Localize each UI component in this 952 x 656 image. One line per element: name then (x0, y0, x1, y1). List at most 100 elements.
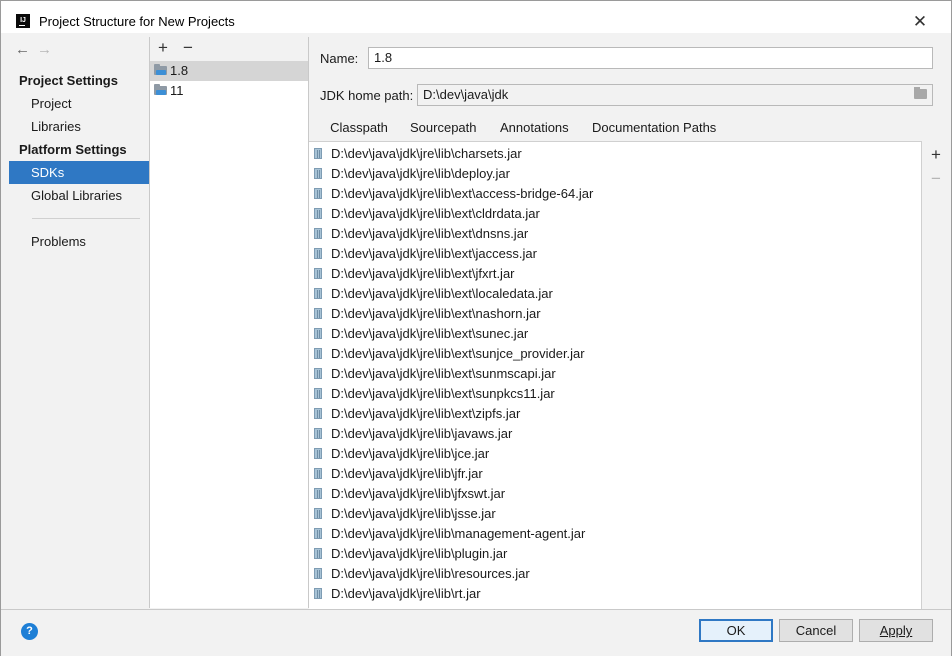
classpath-row[interactable]: D:\dev\java\jdk\jre\lib\ext\access-bridg… (309, 184, 909, 204)
jar-icon (314, 148, 322, 159)
jar-icon (314, 448, 322, 459)
classpath-entry-label: D:\dev\java\jdk\jre\lib\management-agent… (331, 526, 586, 541)
classpath-row[interactable]: D:\dev\java\jdk\jre\lib\ext\localedata.j… (309, 284, 909, 304)
classpath-entry-label: D:\dev\java\jdk\jre\lib\charsets.jar (331, 146, 522, 161)
ok-button[interactable]: OK (699, 619, 773, 642)
tab-documentation-paths[interactable]: Documentation Paths (592, 116, 716, 142)
classpath-entry-label: D:\dev\java\jdk\jre\lib\rt.jar (331, 586, 481, 601)
classpath-entry-label: D:\dev\java\jdk\jre\lib\jsse.jar (331, 506, 496, 521)
classpath-row[interactable]: D:\dev\java\jdk\jre\lib\ext\sunec.jar (309, 324, 909, 344)
jar-icon (314, 408, 322, 419)
jar-icon (314, 568, 322, 579)
jdk-home-field[interactable]: D:\dev\java\jdk (417, 84, 933, 106)
classpath-entry-label: D:\dev\java\jdk\jre\lib\deploy.jar (331, 166, 510, 181)
remove-sdk-icon[interactable]: − (178, 38, 198, 58)
nav-item-problems[interactable]: Problems (9, 230, 149, 253)
jar-icon (314, 348, 322, 359)
jar-icon (314, 248, 322, 259)
jar-icon (314, 588, 322, 599)
name-field[interactable]: 1.8 (368, 47, 933, 69)
apply-label: Apply (879, 623, 913, 638)
add-sdk-icon[interactable]: + (153, 38, 173, 58)
classpath-list: D:\dev\java\jdk\jre\lib\charsets.jar D:\d… (309, 141, 922, 609)
classpath-entry-label: D:\dev\java\jdk\jre\lib\ext\sunjce_provi… (331, 346, 585, 361)
classpath-entry-label: D:\dev\java\jdk\jre\lib\jfxswt.jar (331, 486, 506, 501)
classpath-row[interactable]: D:\dev\java\jdk\jre\lib\ext\sunmscapi.ja… (309, 364, 909, 384)
jar-icon (314, 508, 322, 519)
classpath-entry-label: D:\dev\java\jdk\jre\lib\ext\jfxrt.jar (331, 266, 515, 281)
nav-item-sdks[interactable]: SDKs (9, 161, 149, 184)
add-path-icon[interactable]: + (926, 145, 946, 165)
tab-sourcepath[interactable]: Sourcepath (410, 116, 477, 142)
classpath-entry-label: D:\dev\java\jdk\jre\lib\ext\zipfs.jar (331, 406, 521, 421)
title-bar: IJ Project Structure for New Projects ✕ (1, 1, 951, 33)
browse-folder-icon[interactable] (914, 87, 927, 99)
classpath-entry-label: D:\dev\java\jdk\jre\lib\jce.jar (331, 446, 490, 461)
classpath-entry-label: D:\dev\java\jdk\jre\lib\ext\sunmscapi.ja… (331, 366, 556, 381)
classpath-entry-label: D:\dev\java\jdk\jre\lib\plugin.jar (331, 546, 508, 561)
intellij-app-icon: IJ (16, 14, 30, 28)
classpath-row[interactable]: D:\dev\java\jdk\jre\lib\jce.jar (309, 444, 909, 464)
sdk-item-11[interactable]: 11 (150, 81, 308, 101)
sdk-item-1-8[interactable]: 1.8 (150, 61, 308, 81)
classpath-row[interactable]: D:\dev\java\jdk\jre\lib\javaws.jar (309, 424, 909, 444)
window-title: Project Structure for New Projects (39, 14, 235, 29)
dialog-footer: ? OK Cancel Apply (1, 609, 951, 656)
classpath-entry-label: D:\dev\java\jdk\jre\lib\ext\nashorn.jar (331, 306, 541, 321)
jar-icon (314, 268, 322, 279)
classpath-row[interactable]: D:\dev\java\jdk\jre\lib\jfr.jar (309, 464, 909, 484)
jar-icon (314, 168, 322, 179)
jar-icon (314, 188, 322, 199)
classpath-row[interactable]: D:\dev\java\jdk\jre\lib\plugin.jar (309, 544, 909, 564)
nav-divider (32, 218, 140, 219)
jar-icon (314, 368, 322, 379)
back-arrow-icon[interactable]: ← (15, 41, 37, 58)
classpath-row[interactable]: D:\dev\java\jdk\jre\lib\charsets.jar (309, 144, 909, 164)
forward-arrow-icon[interactable]: → (37, 41, 59, 58)
sdk-folder-icon (154, 64, 167, 75)
nav-item-project[interactable]: Project (9, 92, 149, 115)
history-nav: ← → (15, 41, 59, 58)
classpath-row[interactable]: D:\dev\java\jdk\jre\lib\ext\nashorn.jar (309, 304, 909, 324)
tab-annotations[interactable]: Annotations (500, 116, 569, 142)
jar-icon (314, 308, 322, 319)
classpath-entry-label: D:\dev\java\jdk\jre\lib\jfr.jar (331, 466, 483, 481)
jar-icon (314, 468, 322, 479)
jar-icon (314, 528, 322, 539)
help-icon[interactable]: ? (21, 623, 38, 640)
classpath-row[interactable]: D:\dev\java\jdk\jre\lib\management-agent… (309, 524, 909, 544)
project-structure-dialog: IJ Project Structure for New Projects ✕ … (0, 0, 952, 656)
classpath-row[interactable]: D:\dev\java\jdk\jre\lib\jfxswt.jar (309, 484, 909, 504)
classpath-row[interactable]: D:\dev\java\jdk\jre\lib\ext\cldrdata.jar (309, 204, 909, 224)
sdk-folder-icon (154, 84, 167, 95)
classpath-row[interactable]: D:\dev\java\jdk\jre\lib\ext\sunpkcs11.ja… (309, 384, 909, 404)
name-label: Name: (320, 51, 359, 66)
project-settings-header: Project Settings (19, 73, 118, 88)
classpath-row[interactable]: D:\dev\java\jdk\jre\lib\rt.jar (309, 584, 909, 604)
classpath-entry-label: D:\dev\java\jdk\jre\lib\ext\cldrdata.jar (331, 206, 540, 221)
classpath-row[interactable]: D:\dev\java\jdk\jre\lib\resources.jar (309, 564, 909, 584)
classpath-row[interactable]: D:\dev\java\jdk\jre\lib\jsse.jar (309, 504, 909, 524)
nav-item-libraries[interactable]: Libraries (9, 115, 149, 138)
jar-icon (314, 208, 322, 219)
classpath-row[interactable]: D:\dev\java\jdk\jre\lib\ext\sunjce_provi… (309, 344, 909, 364)
classpath-row[interactable]: D:\dev\java\jdk\jre\lib\deploy.jar (309, 164, 909, 184)
classpath-entry-label: D:\dev\java\jdk\jre\lib\ext\access-bridg… (331, 186, 594, 201)
apply-button[interactable]: Apply (859, 619, 933, 642)
close-icon[interactable]: ✕ (909, 11, 931, 33)
classpath-entry-label: D:\dev\java\jdk\jre\lib\ext\jaccess.jar (331, 246, 537, 261)
classpath-row[interactable]: D:\dev\java\jdk\jre\lib\ext\jaccess.jar (309, 244, 909, 264)
classpath-entry-label: D:\dev\java\jdk\jre\lib\javaws.jar (331, 426, 513, 441)
classpath-row[interactable]: D:\dev\java\jdk\jre\lib\ext\jfxrt.jar (309, 264, 909, 284)
jar-icon (314, 328, 322, 339)
jar-icon (314, 228, 322, 239)
classpath-row[interactable]: D:\dev\java\jdk\jre\lib\ext\dnsns.jar (309, 224, 909, 244)
classpath-row[interactable]: D:\dev\java\jdk\jre\lib\ext\zipfs.jar (309, 404, 909, 424)
cancel-button[interactable]: Cancel (779, 619, 853, 642)
classpath-entry-label: D:\dev\java\jdk\jre\lib\ext\localedata.j… (331, 286, 553, 301)
jdk-home-label: JDK home path: (320, 88, 414, 103)
remove-path-icon[interactable]: − (926, 169, 946, 189)
classpath-side-toolbar: + − (922, 141, 950, 608)
jar-icon (314, 428, 322, 439)
nav-item-global-libraries[interactable]: Global Libraries (9, 184, 149, 207)
